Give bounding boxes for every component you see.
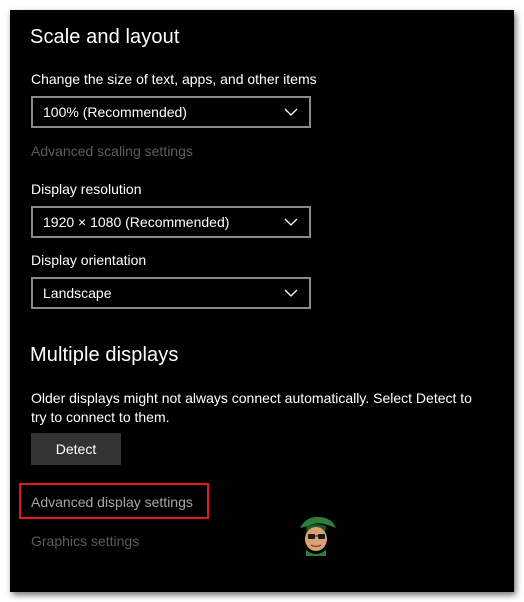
display-resolution-label: Display resolution bbox=[31, 181, 142, 197]
multiple-displays-heading: Multiple displays bbox=[30, 344, 179, 366]
settings-display-panel: Scale and layout Change the size of text… bbox=[10, 10, 514, 592]
text-size-value: 100% (Recommended) bbox=[43, 104, 187, 120]
appuals-mascot-icon bbox=[292, 512, 340, 556]
graphics-settings-link[interactable]: Graphics settings bbox=[31, 533, 139, 549]
text-size-label: Change the size of text, apps, and other… bbox=[31, 71, 317, 87]
text-size-dropdown[interactable]: 100% (Recommended) bbox=[31, 96, 311, 128]
advanced-scaling-link[interactable]: Advanced scaling settings bbox=[31, 143, 193, 159]
display-resolution-dropdown[interactable]: 1920 × 1080 (Recommended) bbox=[31, 206, 311, 238]
advanced-display-settings-link[interactable]: Advanced display settings bbox=[31, 494, 193, 510]
multiple-displays-description: Older displays might not always connect … bbox=[31, 390, 472, 425]
chevron-down-icon bbox=[283, 214, 299, 230]
display-orientation-label: Display orientation bbox=[31, 252, 147, 268]
chevron-down-icon bbox=[283, 104, 299, 120]
display-orientation-dropdown[interactable]: Landscape bbox=[31, 277, 311, 309]
detect-button[interactable]: Detect bbox=[31, 433, 121, 465]
chevron-down-icon bbox=[283, 285, 299, 301]
display-resolution-value: 1920 × 1080 (Recommended) bbox=[43, 214, 230, 230]
scale-layout-heading: Scale and layout bbox=[30, 26, 180, 48]
display-orientation-value: Landscape bbox=[43, 285, 112, 301]
